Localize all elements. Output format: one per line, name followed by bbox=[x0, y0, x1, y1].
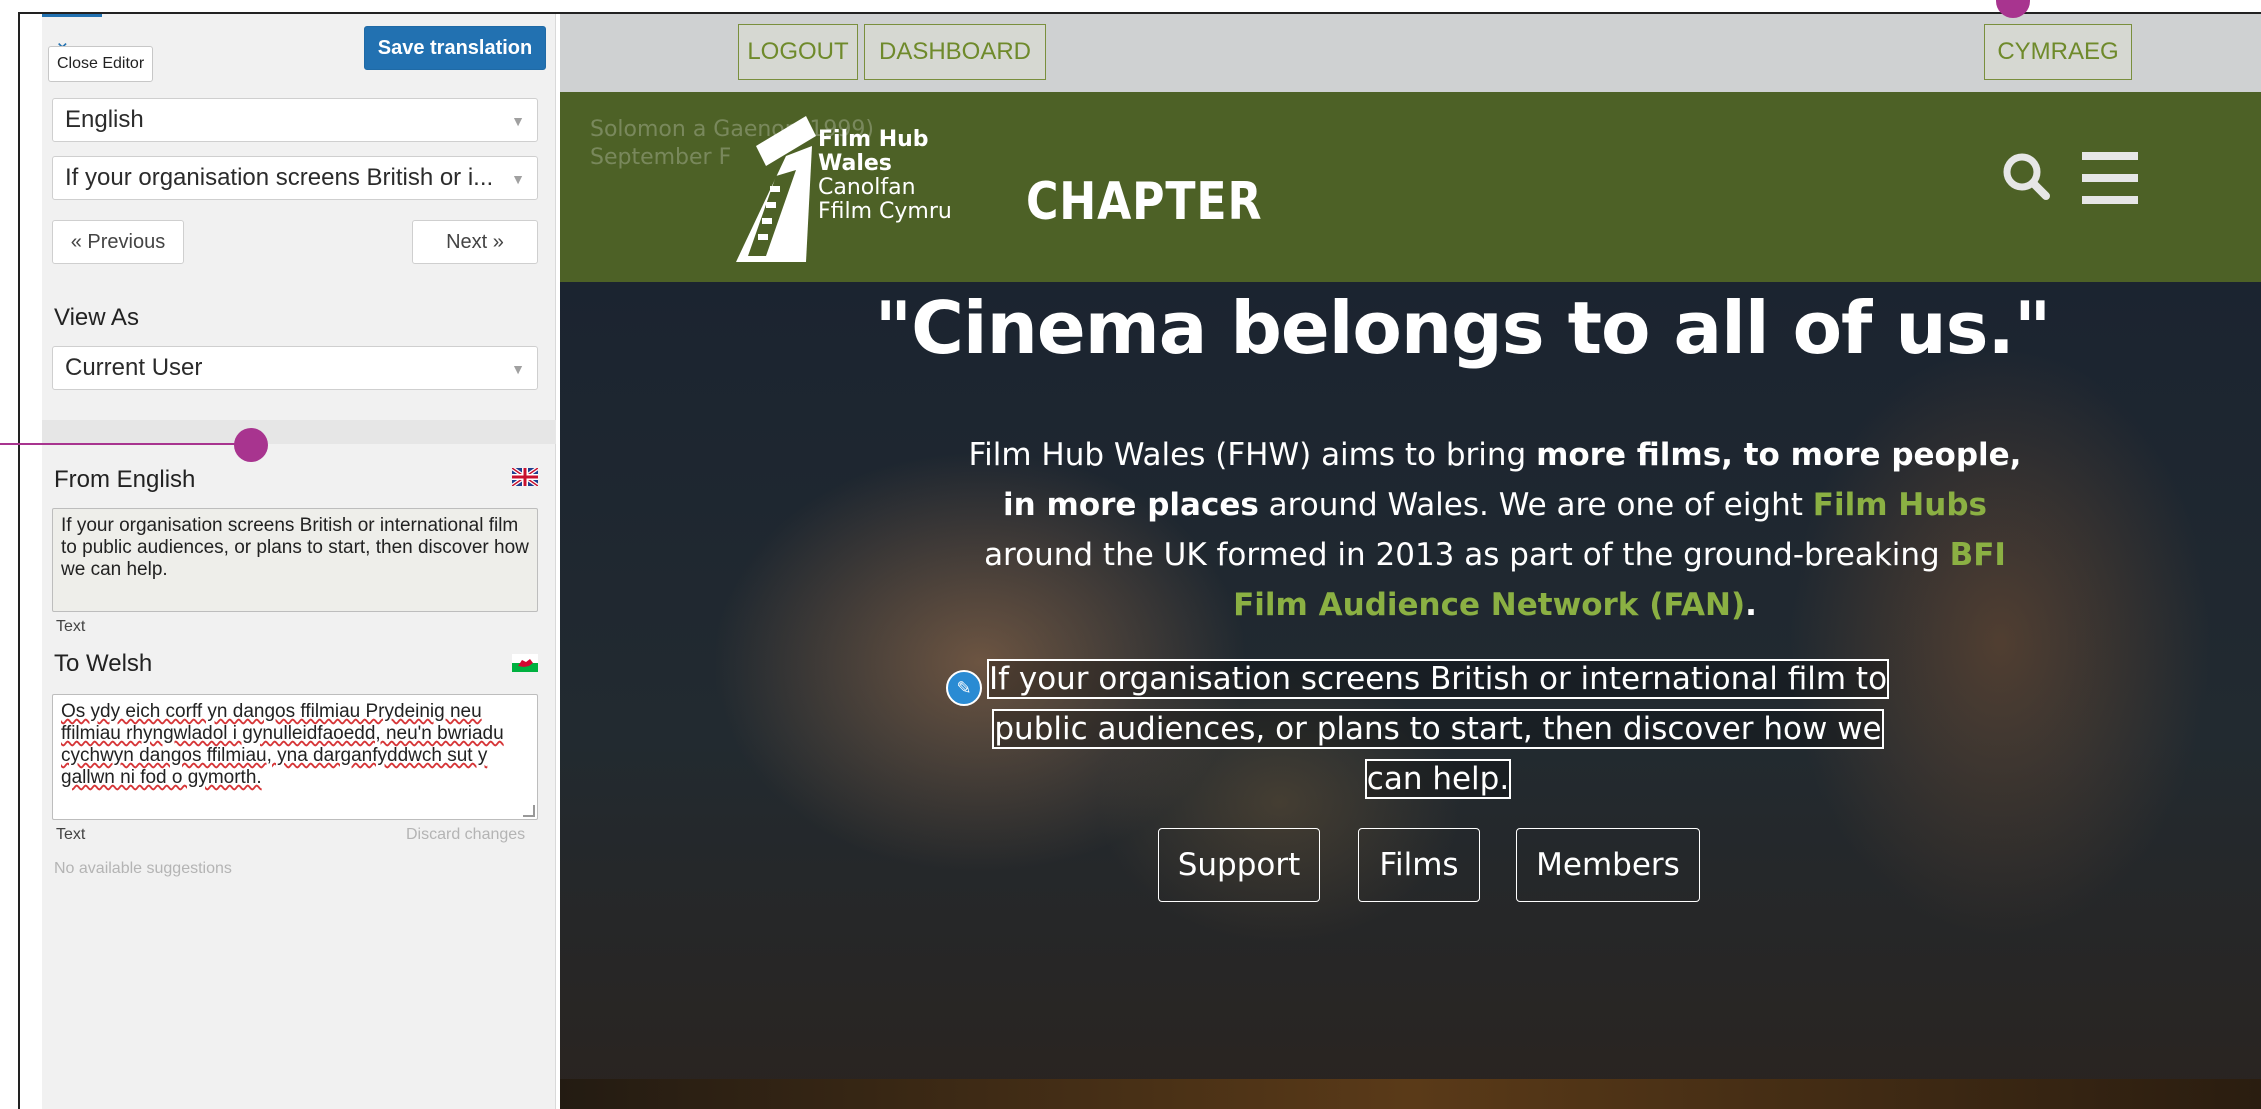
logo-wordmark: Film Hub Wales Canolfan Ffilm Cymru bbox=[818, 128, 952, 224]
language-select-value: English bbox=[65, 106, 144, 133]
logo-line: Wales bbox=[818, 151, 892, 176]
intro-part: around Wales. We are one of eight bbox=[1258, 487, 1813, 523]
editable-line: public audiences, or plans to start, the… bbox=[992, 709, 1884, 749]
callout-connector bbox=[0, 443, 2, 445]
intro-part: . bbox=[1745, 587, 1757, 623]
editable-line: If your organisation screens British or … bbox=[986, 659, 1890, 699]
callout-connector bbox=[0, 443, 236, 445]
editable-line: can help. bbox=[1364, 759, 1512, 799]
menu-icon[interactable] bbox=[2080, 150, 2140, 206]
section-divider bbox=[42, 420, 556, 444]
discard-changes-link[interactable]: Discard changes bbox=[406, 826, 525, 844]
wales-flag-icon bbox=[512, 654, 538, 678]
to-language-label: To Welsh bbox=[54, 650, 153, 677]
hero-headline: "Cinema belongs to all of us." bbox=[560, 286, 2261, 370]
hero-intro-text: Film Hub Wales (FHW) aims to bring more … bbox=[960, 430, 2030, 630]
uk-flag-icon bbox=[510, 466, 540, 492]
editor-top-accent bbox=[42, 14, 102, 17]
logo-line: Canolfan bbox=[818, 175, 916, 200]
chapter-partner-logo[interactable]: CHAPTER bbox=[1026, 172, 1262, 232]
next-button[interactable]: Next » bbox=[412, 220, 538, 264]
film-hub-wales-logo[interactable] bbox=[736, 106, 826, 271]
close-editor-button[interactable]: Close Editor bbox=[48, 46, 154, 82]
source-text-area[interactable]: If your organisation screens British or … bbox=[52, 508, 538, 612]
site-preview: LOGOUT DASHBOARD CYMRAEG Solomon a Gaeno… bbox=[560, 14, 2261, 1109]
logo-line: Film Hub bbox=[818, 127, 929, 152]
callout-marker bbox=[234, 428, 268, 462]
suggestions-status: No available suggestions bbox=[54, 860, 232, 877]
support-button[interactable]: Support bbox=[1158, 828, 1320, 902]
film-hubs-link[interactable]: Film Hubs bbox=[1813, 487, 1987, 523]
edit-pencil-icon[interactable]: ✎ bbox=[946, 670, 982, 706]
admin-bar: LOGOUT DASHBOARD CYMRAEG bbox=[560, 14, 2261, 92]
resize-handle[interactable] bbox=[523, 805, 535, 817]
view-as-label: View As bbox=[54, 304, 139, 331]
source-type-label: Text bbox=[56, 618, 86, 635]
chevron-down-icon: ▼ bbox=[511, 171, 525, 187]
logout-button[interactable]: LOGOUT bbox=[738, 24, 858, 80]
translation-text-area[interactable]: Os ydy eich corff yn dangos ffilmiau Pry… bbox=[52, 694, 538, 820]
save-translation-button[interactable]: Save translation bbox=[364, 26, 546, 70]
view-as-value: Current User bbox=[65, 354, 203, 381]
language-select[interactable]: English ▼ bbox=[52, 98, 538, 142]
header-icons bbox=[2000, 150, 2138, 211]
editable-string-highlight[interactable]: If your organisation screens British or … bbox=[986, 654, 1890, 804]
members-button[interactable]: Members bbox=[1516, 828, 1700, 902]
headline-text: "Cinema belongs to all of us." bbox=[874, 286, 2052, 370]
films-button[interactable]: Films bbox=[1358, 828, 1480, 902]
string-select[interactable]: If your organisation screens British or … bbox=[52, 156, 538, 200]
previous-button[interactable]: « Previous bbox=[52, 220, 184, 264]
view-as-select[interactable]: Current User ▼ bbox=[52, 346, 538, 390]
chevron-down-icon: ▼ bbox=[511, 361, 525, 377]
screenshot-stage: ⌄ Close Editor Save translation English … bbox=[0, 0, 2261, 1109]
string-select-value: If your organisation screens British or … bbox=[65, 164, 494, 191]
dashboard-button[interactable]: DASHBOARD bbox=[864, 24, 1046, 80]
intro-part: around the UK formed in 2013 as part of … bbox=[984, 537, 1950, 573]
from-language-label: From English bbox=[54, 466, 196, 493]
translation-text: Os ydy eich corff yn dangos ffilmiau Pry… bbox=[61, 701, 504, 788]
translation-type-label: Text bbox=[56, 826, 86, 843]
hero-bottom-strip bbox=[560, 1079, 2261, 1109]
translation-editor-panel: ⌄ Close Editor Save translation English … bbox=[42, 14, 556, 1109]
chevron-down-icon: ▼ bbox=[511, 113, 525, 129]
intro-part: Film Hub Wales (FHW) aims to bring bbox=[968, 437, 1537, 473]
logo-line: Ffilm Cymru bbox=[818, 199, 952, 224]
language-switch-button[interactable]: CYMRAEG bbox=[1984, 24, 2132, 80]
